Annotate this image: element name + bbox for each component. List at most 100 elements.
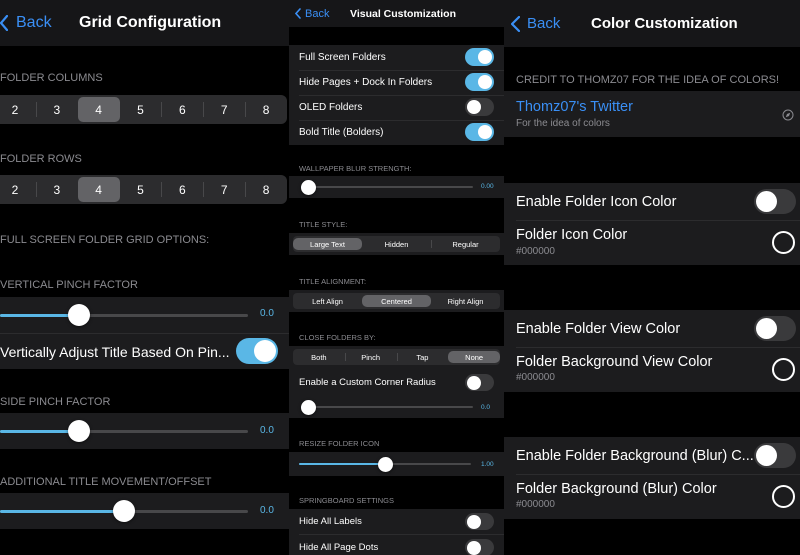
chevron-left-icon [295,8,301,19]
color-back-button[interactable]: Back [511,0,560,47]
icon-color-group: Enable Folder Icon Color Folder Icon Col… [504,183,800,265]
title-alignment-option[interactable]: Right Align [431,293,500,309]
title-style-option[interactable]: Large Text [293,238,362,250]
folder-rows-option[interactable]: 4 [77,177,120,202]
folder-columns-control: 2345678 [0,95,287,124]
grid-back-label: Back [16,14,52,31]
compass-icon [782,109,794,121]
close-folders-option[interactable]: Both [293,349,345,365]
visual-toggles-group: Full Screen Folders Hide Pages + Dock In … [289,45,504,145]
view-color-label[interactable]: Folder Background View Color [516,354,712,370]
folder-columns-option[interactable]: 6 [161,95,203,124]
blur-color-group: Enable Folder Background (Blur) C... Fol… [504,437,800,519]
title-alignment-option[interactable]: Left Align [293,293,362,309]
title-style-option[interactable]: Regular [431,236,500,252]
icon-color-label[interactable]: Folder Icon Color [516,227,627,243]
blur-color-toggle-label: Enable Folder Background (Blur) C... [516,447,754,464]
row-separator [516,347,800,348]
icon-color-hex: #000000 [516,246,555,257]
slider-fill [299,463,385,465]
visual-toggle-label: OLED Folders [299,102,363,113]
slider-fill [0,509,124,513]
icon-color-toggle[interactable] [754,189,796,214]
icon-color-swatch[interactable] [772,231,795,254]
color-customization-panel: Back Color Customization CREDIT TO THOMZ… [504,0,800,555]
close-folders-option[interactable]: Tap [396,349,449,365]
folder-rows-option[interactable]: 3 [35,175,78,204]
folder-rows-option[interactable]: 7 [203,175,245,204]
folder-columns-option[interactable]: 2 [0,95,36,124]
color-back-label: Back [527,15,561,32]
side-pinch-group: 0.0 [0,413,289,449]
resize-icon-value: 1.00 [481,461,494,468]
visual-back-button[interactable]: Back [295,0,329,27]
title-style-option[interactable]: Hidden [362,236,431,252]
folder-columns-option[interactable]: 7 [203,95,245,124]
adjust-title-toggle[interactable] [236,338,278,364]
twitter-link[interactable]: Thomz07's Twitter [516,99,633,115]
blur-color-toggle[interactable] [754,443,796,468]
folder-rows-option[interactable]: 5 [120,175,162,204]
title-alignment-option[interactable]: Centered [362,295,431,307]
blur-strength-group: 0.00 [289,176,504,198]
vertical-pinch-slider[interactable] [0,302,248,328]
slider-knob[interactable] [113,500,135,522]
twitter-group[interactable]: Thomz07's Twitter For the idea of colors [504,91,800,137]
corner-radius-slider[interactable] [301,398,473,416]
row-separator [299,70,504,71]
side-pinch-slider[interactable] [0,418,248,444]
folder-columns-option[interactable]: 3 [35,95,78,124]
visual-toggle-switch[interactable] [465,98,494,116]
resize-icon-header: RESIZE FOLDER ICON [299,439,380,448]
toggle-knob [478,125,492,139]
slider-knob[interactable] [301,179,316,195]
visual-toggle-switch[interactable] [465,48,494,66]
title-style-group: Large Text Hidden Regular [289,233,504,255]
hide-dots-toggle[interactable] [465,539,494,555]
visual-toggle-switch[interactable] [465,123,494,141]
toggle-knob [756,318,777,339]
slider-knob[interactable] [67,420,90,442]
title-alignment-group: Left Align Centered Right Align [289,290,504,312]
slider-knob[interactable] [67,304,90,326]
close-folders-header: CLOSE FOLDERS BY: [299,333,376,342]
view-color-hex: #000000 [516,372,555,383]
folder-columns-header: FOLDER COLUMNS [0,72,103,84]
slider-knob[interactable] [301,399,316,415]
chevron-left-icon [511,15,520,32]
toggle-knob [467,375,481,390]
folder-rows-option[interactable]: 8 [245,175,287,204]
slider-knob[interactable] [377,456,393,472]
credit-header: CREDIT TO THOMZ07 FOR THE IDEA OF COLORS… [516,74,780,86]
visual-back-label: Back [305,7,330,20]
title-offset-group: 0.0 [0,493,289,529]
visual-page-title: Visual Customization [350,7,456,20]
title-offset-value: 0.0 [260,505,274,516]
row-separator [516,220,800,221]
folder-columns-option[interactable]: 8 [245,95,287,124]
toggle-knob [478,75,492,89]
corner-radius-label: Enable a Custom Corner Radius [299,376,436,388]
folder-columns-option[interactable]: 5 [120,95,162,124]
title-offset-slider[interactable] [0,498,248,524]
blur-color-label[interactable]: Folder Background (Blur) Color [516,481,717,497]
view-color-toggle[interactable] [754,316,796,341]
folder-rows-option[interactable]: 2 [0,175,36,204]
blur-color-swatch[interactable] [772,485,795,508]
blur-strength-slider[interactable] [301,178,473,196]
hide-labels-toggle[interactable] [465,513,494,530]
corner-radius-toggle[interactable] [465,374,494,391]
close-folders-option[interactable]: Pinch [344,349,397,365]
color-nav-bar: Back Color Customization [504,0,800,47]
close-folders-option[interactable]: None [448,351,500,363]
folder-rows-option[interactable]: 6 [161,175,203,204]
resize-icon-slider[interactable] [299,455,471,473]
folder-columns-option[interactable]: 4 [77,97,120,122]
visual-toggle-switch[interactable] [465,73,494,91]
view-color-toggle-label: Enable Folder View Color [516,320,681,337]
view-color-swatch[interactable] [772,358,795,381]
grid-back-button[interactable]: Back [0,0,52,46]
title-alignment-control: Left Align Centered Right Align [293,293,500,309]
close-folders-control: Both Pinch Tap None [293,349,500,365]
visual-nav-bar: Back Visual Customization [289,0,504,27]
